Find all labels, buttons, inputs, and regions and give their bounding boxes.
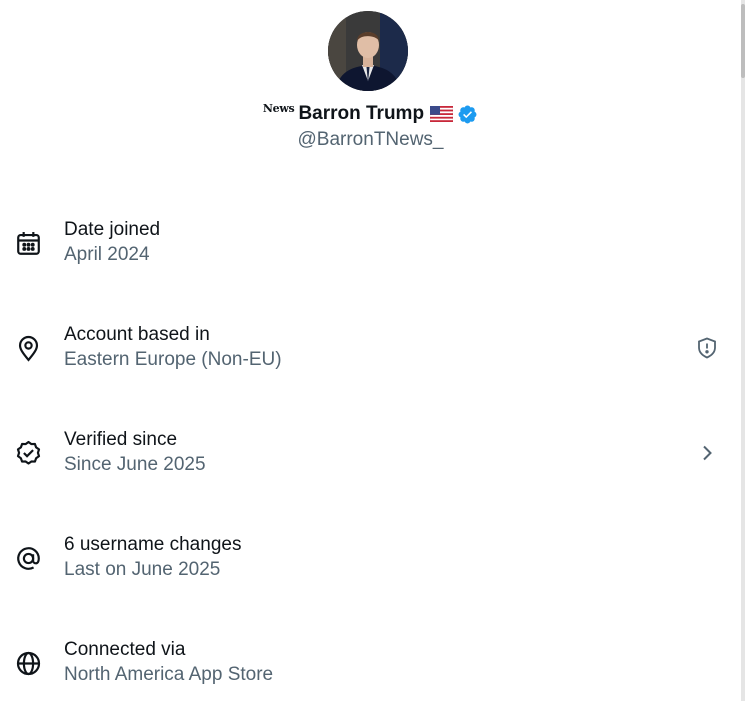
verified-badge-icon[interactable] [457,104,478,125]
verified-since-value: Since June 2025 [64,454,206,475]
calendar-icon [14,229,43,258]
info-row-verified-since[interactable]: Verified since Since June 2025 [0,425,741,495]
date-joined-value: April 2024 [64,244,150,265]
profile-avatar[interactable] [328,11,408,91]
news-prefix: News [262,101,295,115]
info-row-date-joined: Date joined April 2024 [0,215,741,285]
display-name[interactable]: Barron Trump [298,103,424,125]
at-sign-icon [14,544,43,573]
chevron-right-icon[interactable] [695,441,719,465]
account-about-page: News Barron Trump @BarronTNews_ Date joi… [0,0,741,701]
username-changes-label: 6 username changes [64,534,242,555]
account-based-in-label: Account based in [64,324,210,345]
username-changes-value: Last on June 2025 [64,559,221,580]
info-row-connected-via: Connected via North America App Store [0,635,741,705]
connected-via-value: North America App Store [64,664,274,685]
us-flag-icon [429,105,454,123]
verified-check-icon [14,439,43,468]
info-row-username-changes: 6 username changes Last on June 2025 [0,530,741,600]
verified-since-label: Verified since [64,429,178,450]
globe-icon [14,649,43,678]
info-row-account-based-in: Account based in Eastern Europe (Non-EU) [0,320,741,390]
connected-via-label: Connected via [64,639,186,660]
account-based-in-value: Eastern Europe (Non-EU) [64,349,282,370]
profile-handle[interactable]: @BarronTNews_ [0,129,741,151]
profile-name-row: News Barron Trump [0,101,741,127]
scrollbar-thumb[interactable] [741,4,745,78]
shield-alert-icon[interactable] [695,336,719,360]
scrollbar[interactable] [741,0,745,701]
location-pin-icon [14,334,43,363]
date-joined-label: Date joined [64,219,161,240]
